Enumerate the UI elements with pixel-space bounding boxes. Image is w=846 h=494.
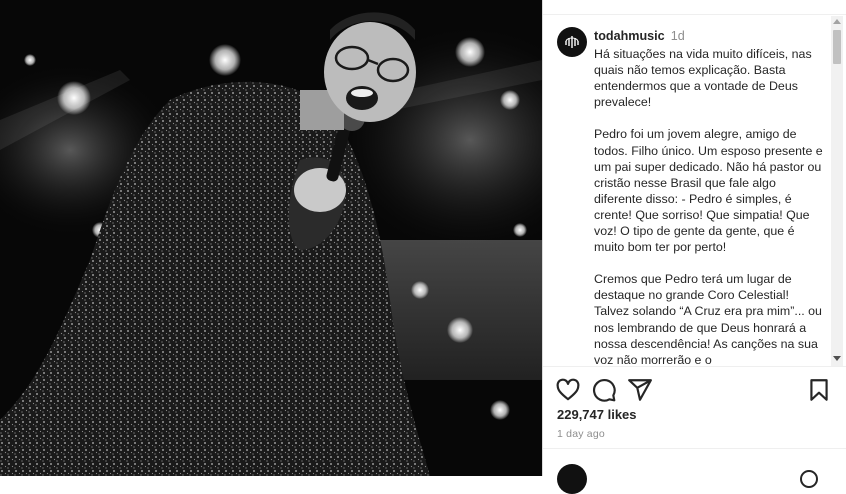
comment-icon[interactable] — [591, 377, 617, 403]
singer-photo-image — [0, 0, 542, 476]
post-photo[interactable] — [0, 0, 542, 476]
post-time: 1d — [670, 29, 685, 43]
emoji-icon[interactable] — [800, 470, 818, 488]
caption-scroll-area[interactable]: todahmusic 1d Há situações na vida muito … — [543, 16, 829, 366]
scroll-up-arrow[interactable] — [833, 19, 841, 24]
caption-text: todahmusic 1d Há situações na vida muito … — [594, 28, 826, 366]
post-date[interactable]: 1 day ago — [557, 428, 605, 440]
caption-paragraph: Pedro foi um jovem alegre, amigo de todo… — [594, 127, 823, 255]
divider — [543, 448, 846, 449]
scrollbar-track[interactable] — [831, 16, 843, 366]
post-details-panel: todahmusic 1d Há situações na vida muito … — [542, 0, 846, 494]
todah-logo-icon[interactable] — [557, 27, 587, 57]
heart-icon[interactable] — [555, 377, 581, 403]
caption-paragraph: Cremos que Pedro terá um lugar de destaq… — [594, 272, 822, 366]
share-icon[interactable] — [627, 377, 653, 403]
divider — [543, 14, 846, 15]
bookmark-icon[interactable] — [806, 377, 832, 403]
username-link[interactable]: todahmusic — [594, 29, 665, 43]
scrollbar-thumb[interactable] — [833, 30, 841, 64]
caption-paragraph: Há situações na vida muito difíceis, nas… — [594, 47, 812, 110]
divider — [543, 366, 846, 367]
user-avatar[interactable] — [557, 464, 587, 494]
scroll-down-arrow[interactable] — [833, 356, 841, 361]
like-count[interactable]: 229,747 likes — [557, 407, 637, 422]
